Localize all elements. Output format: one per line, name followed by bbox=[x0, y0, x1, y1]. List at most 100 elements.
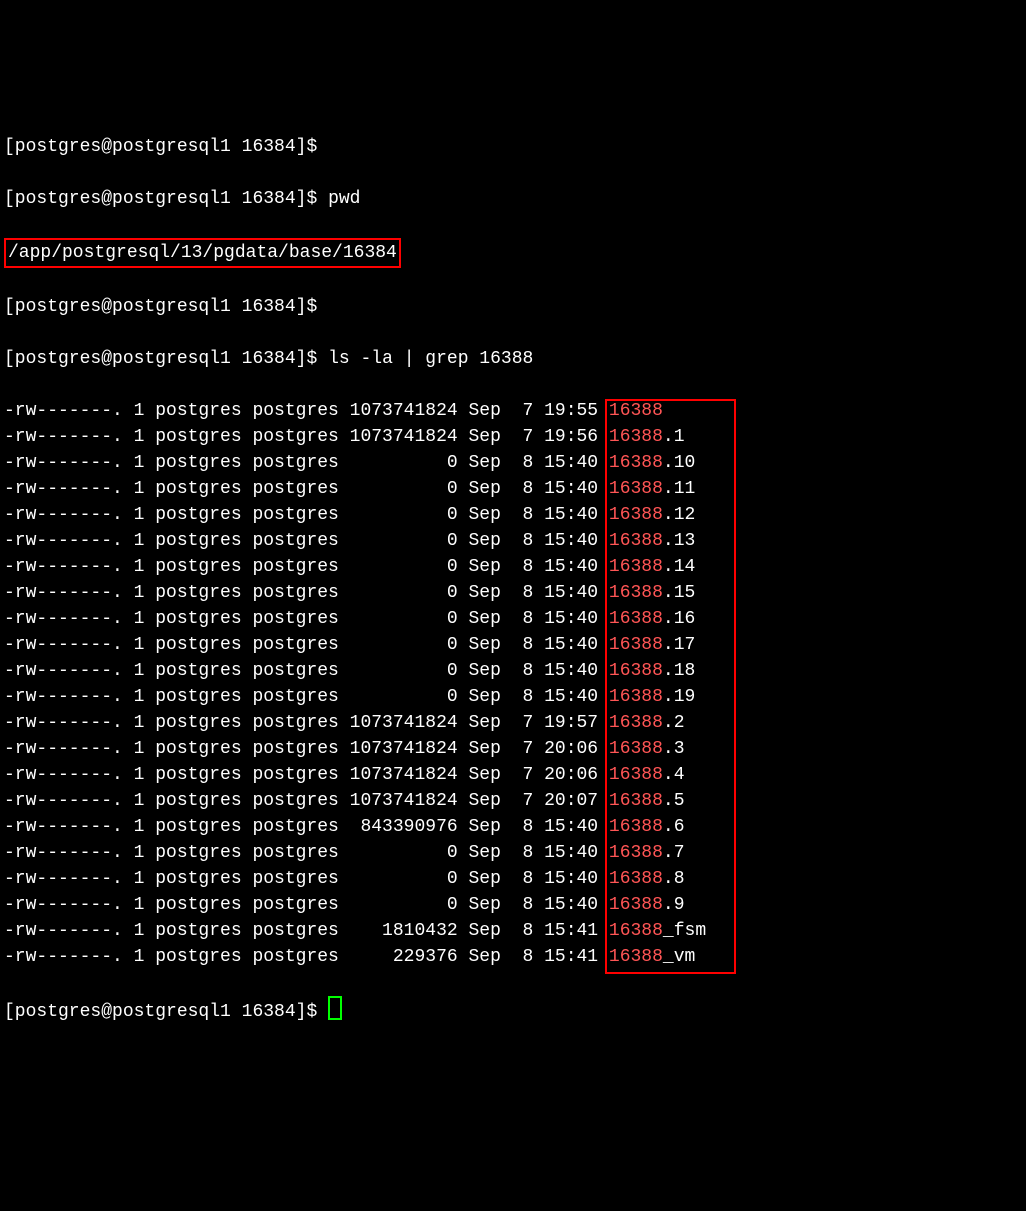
file-suffix: _vm bbox=[663, 947, 695, 967]
file-suffix: .16 bbox=[663, 609, 695, 629]
file-meta: -rw-------. 1 postgres postgres 1810432 … bbox=[4, 921, 609, 941]
ls-output: -rw-------. 1 postgres postgres 10737418… bbox=[4, 398, 1022, 970]
file-name: 16388 bbox=[609, 791, 663, 811]
file-row: -rw-------. 1 postgres postgres 0 Sep 8 … bbox=[4, 450, 1022, 476]
file-meta: -rw-------. 1 postgres postgres 0 Sep 8 … bbox=[4, 479, 609, 499]
file-meta: -rw-------. 1 postgres postgres 0 Sep 8 … bbox=[4, 609, 609, 629]
file-row: -rw-------. 1 postgres postgres 229376 S… bbox=[4, 944, 1022, 970]
file-suffix: .7 bbox=[663, 843, 685, 863]
file-meta: -rw-------. 1 postgres postgres 0 Sep 8 … bbox=[4, 635, 609, 655]
file-name: 16388 bbox=[609, 531, 663, 551]
file-row: -rw-------. 1 postgres postgres 0 Sep 8 … bbox=[4, 476, 1022, 502]
prompt-line: [postgres@postgresql1 16384]$ bbox=[4, 996, 1022, 1025]
file-row: -rw-------. 1 postgres postgres 0 Sep 8 … bbox=[4, 502, 1022, 528]
file-name: 16388 bbox=[609, 453, 663, 473]
file-row: -rw-------. 1 postgres postgres 0 Sep 8 … bbox=[4, 528, 1022, 554]
file-meta: -rw-------. 1 postgres postgres 0 Sep 8 … bbox=[4, 505, 609, 525]
file-suffix: .6 bbox=[663, 817, 685, 837]
file-name: 16388 bbox=[609, 921, 663, 941]
file-suffix: .2 bbox=[663, 713, 685, 733]
prompt-line: [postgres@postgresql1 16384]$ ls -la | g… bbox=[4, 346, 1022, 372]
file-suffix: .3 bbox=[663, 739, 685, 759]
file-row: -rw-------. 1 postgres postgres 10737418… bbox=[4, 424, 1022, 450]
file-suffix: .10 bbox=[663, 453, 695, 473]
file-row: -rw-------. 1 postgres postgres 0 Sep 8 … bbox=[4, 684, 1022, 710]
file-row: -rw-------. 1 postgres postgres 10737418… bbox=[4, 710, 1022, 736]
file-name: 16388 bbox=[609, 739, 663, 759]
file-row: -rw-------. 1 postgres postgres 0 Sep 8 … bbox=[4, 892, 1022, 918]
shell-prompt: [postgres@postgresql1 16384]$ bbox=[4, 1002, 317, 1022]
file-name: 16388 bbox=[609, 557, 663, 577]
shell-prompt: [postgres@postgresql1 16384]$ bbox=[4, 137, 317, 157]
file-row: -rw-------. 1 postgres postgres 0 Sep 8 … bbox=[4, 554, 1022, 580]
file-name: 16388 bbox=[609, 947, 663, 967]
file-row: -rw-------. 1 postgres postgres 10737418… bbox=[4, 398, 1022, 424]
shell-prompt: [postgres@postgresql1 16384]$ bbox=[4, 349, 317, 369]
prompt-line: [postgres@postgresql1 16384]$ pwd bbox=[4, 186, 1022, 212]
file-name: 16388 bbox=[609, 687, 663, 707]
file-meta: -rw-------. 1 postgres postgres 0 Sep 8 … bbox=[4, 661, 609, 681]
file-meta: -rw-------. 1 postgres postgres 0 Sep 8 … bbox=[4, 583, 609, 603]
file-suffix: .9 bbox=[663, 895, 685, 915]
file-name: 16388 bbox=[609, 895, 663, 915]
file-name: 16388 bbox=[609, 401, 663, 421]
file-meta: -rw-------. 1 postgres postgres 0 Sep 8 … bbox=[4, 557, 609, 577]
file-row: -rw-------. 1 postgres postgres 0 Sep 8 … bbox=[4, 840, 1022, 866]
file-name: 16388 bbox=[609, 713, 663, 733]
terminal[interactable]: [postgres@postgresql1 16384]$ [postgres@… bbox=[4, 108, 1022, 1077]
file-row: -rw-------. 1 postgres postgres 1810432 … bbox=[4, 918, 1022, 944]
file-row: -rw-------. 1 postgres postgres 10737418… bbox=[4, 736, 1022, 762]
file-name: 16388 bbox=[609, 583, 663, 603]
file-meta: -rw-------. 1 postgres postgres 10737418… bbox=[4, 713, 609, 733]
file-row: -rw-------. 1 postgres postgres 0 Sep 8 … bbox=[4, 632, 1022, 658]
command-ls: ls -la | grep 16388 bbox=[328, 349, 533, 369]
file-row: -rw-------. 1 postgres postgres 10737418… bbox=[4, 762, 1022, 788]
shell-prompt: [postgres@postgresql1 16384]$ bbox=[4, 189, 317, 209]
file-name: 16388 bbox=[609, 505, 663, 525]
file-suffix: .18 bbox=[663, 661, 695, 681]
file-meta: -rw-------. 1 postgres postgres 0 Sep 8 … bbox=[4, 687, 609, 707]
file-row: -rw-------. 1 postgres postgres 0 Sep 8 … bbox=[4, 580, 1022, 606]
file-suffix: .14 bbox=[663, 557, 695, 577]
file-suffix: .11 bbox=[663, 479, 695, 499]
file-suffix: .5 bbox=[663, 791, 685, 811]
file-name: 16388 bbox=[609, 661, 663, 681]
file-name: 16388 bbox=[609, 479, 663, 499]
file-meta: -rw-------. 1 postgres postgres 0 Sep 8 … bbox=[4, 869, 609, 889]
file-name: 16388 bbox=[609, 635, 663, 655]
file-meta: -rw-------. 1 postgres postgres 0 Sep 8 … bbox=[4, 895, 609, 915]
file-suffix: .19 bbox=[663, 687, 695, 707]
prompt-line: [postgres@postgresql1 16384]$ bbox=[4, 294, 1022, 320]
file-meta: -rw-------. 1 postgres postgres 10737418… bbox=[4, 791, 609, 811]
file-meta: -rw-------. 1 postgres postgres 0 Sep 8 … bbox=[4, 843, 609, 863]
file-row: -rw-------. 1 postgres postgres 0 Sep 8 … bbox=[4, 606, 1022, 632]
file-meta: -rw-------. 1 postgres postgres 10737418… bbox=[4, 739, 609, 759]
file-meta: -rw-------. 1 postgres postgres 0 Sep 8 … bbox=[4, 453, 609, 473]
file-name: 16388 bbox=[609, 609, 663, 629]
file-meta: -rw-------. 1 postgres postgres 84339097… bbox=[4, 817, 609, 837]
shell-prompt: [postgres@postgresql1 16384]$ bbox=[4, 297, 317, 317]
file-row: -rw-------. 1 postgres postgres 10737418… bbox=[4, 788, 1022, 814]
file-suffix: _fsm bbox=[663, 921, 706, 941]
file-meta: -rw-------. 1 postgres postgres 10737418… bbox=[4, 765, 609, 785]
command-pwd: pwd bbox=[328, 189, 360, 209]
file-suffix: .8 bbox=[663, 869, 685, 889]
file-name: 16388 bbox=[609, 817, 663, 837]
file-row: -rw-------. 1 postgres postgres 84339097… bbox=[4, 814, 1022, 840]
file-name: 16388 bbox=[609, 869, 663, 889]
file-suffix: .4 bbox=[663, 765, 685, 785]
file-suffix: .12 bbox=[663, 505, 695, 525]
file-row: -rw-------. 1 postgres postgres 0 Sep 8 … bbox=[4, 866, 1022, 892]
pwd-output: /app/postgresql/13/pgdata/base/16384 bbox=[8, 243, 397, 263]
file-meta: -rw-------. 1 postgres postgres 10737418… bbox=[4, 427, 609, 447]
file-meta: -rw-------. 1 postgres postgres 10737418… bbox=[4, 401, 609, 421]
prompt-line: [postgres@postgresql1 16384]$ bbox=[4, 134, 1022, 160]
cursor-icon bbox=[328, 996, 342, 1020]
file-suffix: .17 bbox=[663, 635, 695, 655]
file-name: 16388 bbox=[609, 843, 663, 863]
pwd-output-line: /app/postgresql/13/pgdata/base/16384 bbox=[4, 238, 1022, 268]
pwd-output-highlight: /app/postgresql/13/pgdata/base/16384 bbox=[4, 238, 401, 268]
file-suffix: .13 bbox=[663, 531, 695, 551]
file-name: 16388 bbox=[609, 427, 663, 447]
file-suffix: .1 bbox=[663, 427, 685, 447]
